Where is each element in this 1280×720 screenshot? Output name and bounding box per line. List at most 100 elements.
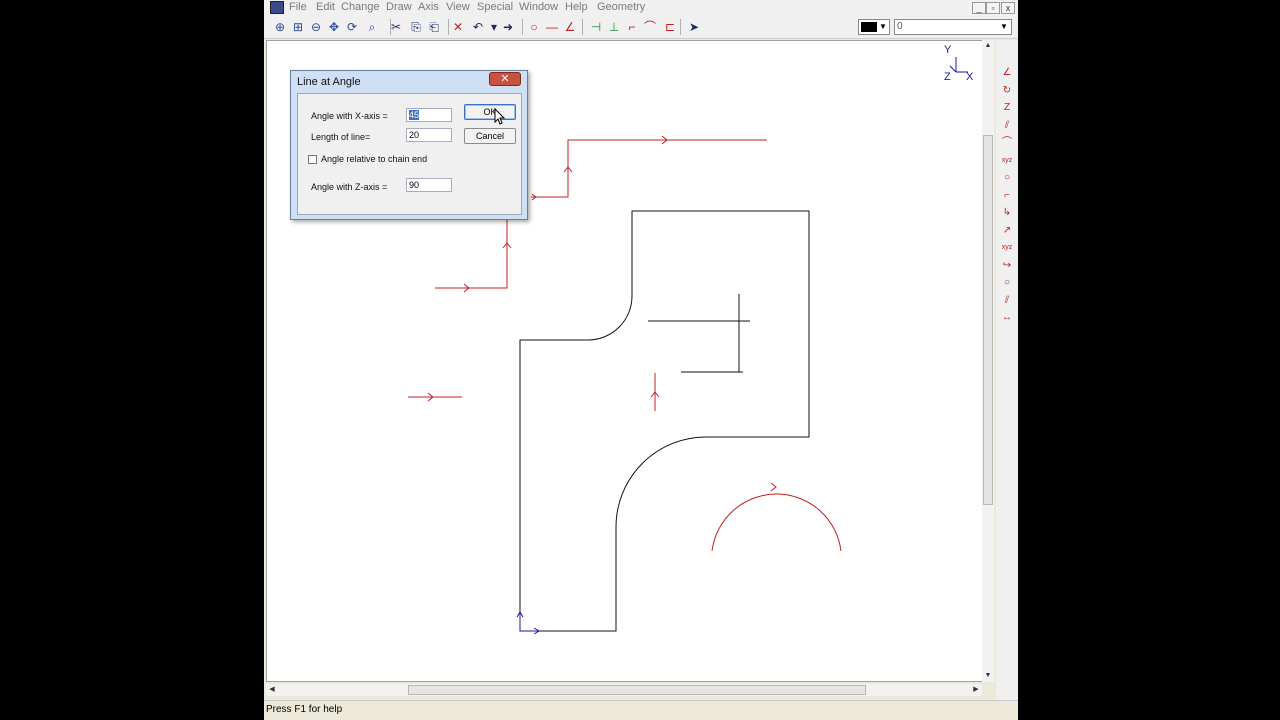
close-icon: ✕	[500, 73, 510, 85]
menu-window[interactable]: Window	[519, 1, 558, 13]
menu-file[interactable]: File	[289, 1, 307, 13]
red-arc[interactable]	[711, 482, 842, 552]
side-tool-3-icon[interactable]: Z	[999, 101, 1015, 115]
close-window-button[interactable]: x	[1001, 2, 1015, 14]
redo-icon[interactable]: ➜	[500, 19, 516, 35]
pan-icon[interactable]: ✥	[326, 19, 342, 35]
toolbar-separator	[582, 19, 583, 35]
side-tool-13-icon[interactable]: ○	[999, 276, 1015, 290]
angle-line-icon[interactable]: ∠	[562, 19, 578, 35]
menu-bar: File Edit Change Draw Axis View Special …	[264, 0, 1018, 16]
redraw-icon[interactable]: ⟳	[344, 19, 360, 35]
side-tool-14-icon[interactable]: ⫽	[999, 294, 1015, 308]
scroll-right-icon[interactable]: ▶	[970, 684, 982, 696]
snap-4-icon[interactable]: ⌒	[642, 19, 658, 35]
vertical-scrollbar[interactable]: ▲ ▼	[982, 40, 994, 682]
toolbar-separator	[448, 19, 449, 35]
menu-edit[interactable]: Edit	[316, 1, 335, 13]
menu-special[interactable]: Special	[477, 1, 513, 13]
undo-icon[interactable]: ↶	[470, 19, 486, 35]
axis-z-label: Z	[944, 71, 951, 83]
paste-icon[interactable]: ⎗	[426, 19, 442, 35]
axis-indicator	[949, 57, 968, 73]
angle-z-label: Angle with Z-axis =	[311, 182, 388, 192]
side-tool-5-icon[interactable]: ⌒	[999, 136, 1015, 150]
snap-3-icon[interactable]: ⌐	[624, 19, 640, 35]
snap-5-icon[interactable]: ⊏	[662, 19, 678, 35]
scroll-down-icon[interactable]: ▼	[982, 670, 994, 682]
vertical-scroll-thumb[interactable]	[983, 135, 993, 505]
red-line-short[interactable]	[408, 392, 462, 402]
menu-view[interactable]: View	[446, 1, 470, 13]
part-profile[interactable]	[519, 210, 810, 632]
layer-value: 0	[897, 21, 903, 32]
side-tool-11-icon[interactable]: xyz	[999, 241, 1015, 255]
toolbar: ⊕ ⊞ ⊖ ✥ ⟳ ⌕ ✂ ⎘ ⎗ ✕ ↶ ▾ ➜ ○ — ∠ ⊣ ⊥ ⌐ ⌒ ⊏ ➤ ▼ 0 ▼	[264, 16, 1018, 39]
zoom-out-icon[interactable]: ⊖	[308, 19, 324, 35]
delete-icon[interactable]: ✕	[450, 19, 466, 35]
side-tool-7-icon[interactable]: ○	[999, 171, 1015, 185]
scroll-left-icon[interactable]: ◀	[266, 684, 278, 696]
menu-axis[interactable]: Axis	[418, 1, 439, 13]
restore-button[interactable]: ▫	[986, 2, 1000, 14]
length-label: Length of line=	[311, 132, 371, 142]
angle-z-input[interactable]: 90	[406, 178, 452, 192]
side-tool-10-icon[interactable]: ↗	[999, 224, 1015, 238]
toolbar-separator	[680, 19, 681, 35]
dialog-title: Line at Angle	[297, 76, 361, 88]
toolbar-separator	[390, 19, 391, 35]
length-input[interactable]: 20	[406, 128, 452, 142]
menu-change[interactable]: Change	[341, 1, 380, 13]
side-tool-9-icon[interactable]: ↳	[999, 206, 1015, 220]
dialog-body: Angle with X-axis = 45 Length of line= 2…	[297, 93, 522, 215]
relative-label: Angle relative to chain end	[321, 154, 428, 164]
zoom-window-icon[interactable]: ⊞	[290, 19, 306, 35]
color-swatch	[861, 22, 877, 32]
side-toolbar: ∠ ↻ Z ⫽ ⌒ xyz ○ ⌐ ↳ ↗ xyz ↪ ○ ⫽ ↔	[996, 40, 1018, 700]
zoom-in-icon[interactable]: ⊕	[272, 19, 288, 35]
line-icon[interactable]: —	[544, 19, 560, 35]
horizontal-scrollbar[interactable]: ◀ ▶	[266, 684, 982, 696]
menu-help[interactable]: Help	[565, 1, 588, 13]
side-tool-2-icon[interactable]: ↻	[999, 84, 1015, 98]
dialog-close-button[interactable]: ✕	[489, 72, 521, 86]
axis-y-label: Y	[944, 44, 952, 56]
color-picker[interactable]: ▼	[858, 19, 890, 35]
side-tool-6-icon[interactable]: xyz	[999, 154, 1015, 168]
status-bar: Press F1 for help	[264, 700, 1018, 720]
red-chain-left[interactable]	[435, 220, 512, 293]
line-at-angle-dialog: Line at Angle ✕ Angle with X-axis = 45 L…	[290, 70, 528, 220]
angle-x-label: Angle with X-axis =	[311, 111, 388, 121]
layer-select[interactable]: 0 ▼	[894, 19, 1012, 35]
angle-x-input[interactable]: 45	[406, 108, 452, 122]
copy-icon[interactable]: ⎘	[408, 19, 424, 35]
red-line-vertical[interactable]	[650, 373, 660, 411]
chevron-down-icon: ▼	[879, 22, 887, 31]
app-icon[interactable]	[270, 1, 284, 14]
status-text: Press F1 for help	[266, 704, 343, 715]
menu-draw[interactable]: Draw	[386, 1, 412, 13]
axis-x-label: X	[966, 71, 974, 83]
side-tool-8-icon[interactable]: ⌐	[999, 189, 1015, 203]
snap-1-icon[interactable]: ⊣	[588, 19, 604, 35]
cancel-button[interactable]: Cancel	[464, 128, 516, 144]
menu-geometry[interactable]: Geometry	[597, 1, 645, 13]
select-arrow-icon[interactable]: ➤	[686, 19, 702, 35]
horizontal-scroll-thumb[interactable]	[408, 685, 866, 695]
minimize-button[interactable]: _	[972, 2, 986, 14]
ok-button[interactable]: OK	[464, 104, 516, 120]
side-tool-1-icon[interactable]: ∠	[999, 66, 1015, 80]
side-tool-4-icon[interactable]: ⫽	[999, 119, 1015, 133]
origin-marker	[516, 611, 540, 635]
circle-icon[interactable]: ○	[526, 19, 542, 35]
red-chain-upper[interactable]	[531, 135, 767, 201]
zoom-fit-icon[interactable]: ⌕	[364, 19, 380, 35]
mouse-cursor-icon	[494, 108, 506, 125]
side-tool-15-icon[interactable]: ↔	[999, 311, 1015, 325]
chevron-down-icon: ▼	[1000, 22, 1008, 31]
scroll-up-icon[interactable]: ▲	[982, 40, 994, 52]
snap-2-icon[interactable]: ⊥	[606, 19, 622, 35]
toolbar-separator	[522, 19, 523, 35]
relative-checkbox[interactable]	[308, 155, 317, 164]
side-tool-12-icon[interactable]: ↪	[999, 259, 1015, 273]
